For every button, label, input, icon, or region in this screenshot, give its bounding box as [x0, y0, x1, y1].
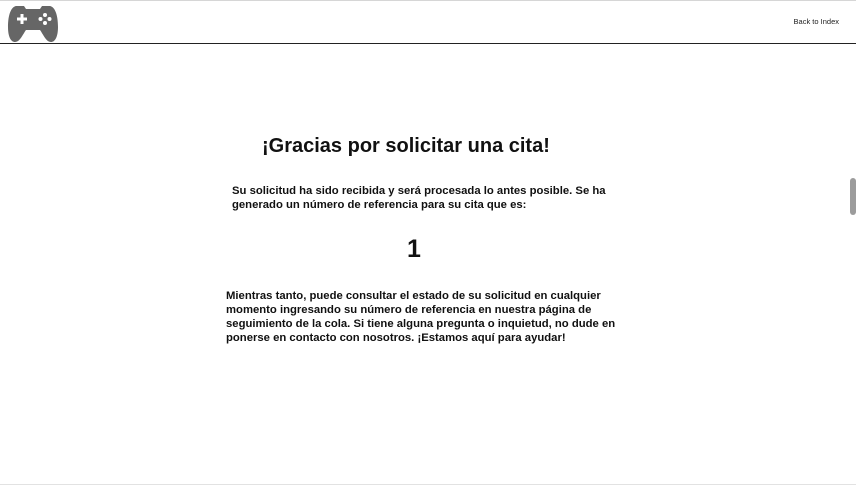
top-navigation-bar: Back to Index [0, 0, 856, 44]
page: Back to Index ¡Gracias por solicitar una… [0, 0, 856, 486]
divider [0, 484, 856, 485]
page-title: ¡Gracias por solicitar una cita! [262, 135, 550, 157]
confirmation-message: Su solicitud ha sido recibida y será pro… [232, 185, 606, 211]
gamepad-icon [7, 3, 59, 43]
scrollbar-thumb[interactable] [850, 178, 856, 215]
follow-up-message: Mientras tanto, puede consultar el estad… [226, 290, 616, 344]
back-to-index-link[interactable]: Back to Index [794, 17, 839, 26]
reference-number: 1 [407, 235, 421, 263]
